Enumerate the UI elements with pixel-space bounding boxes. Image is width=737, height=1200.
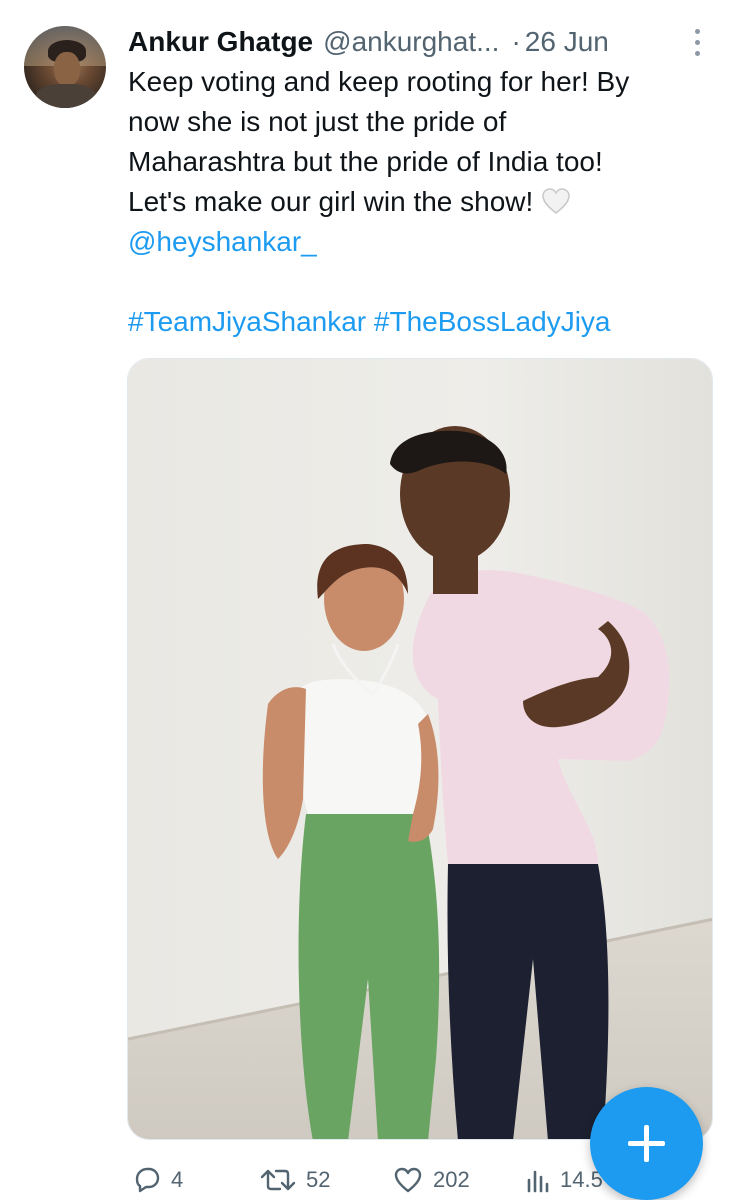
tweet-text-line: Keep voting and keep rooting for her! By <box>128 66 630 97</box>
like-count: 202 <box>433 1167 470 1192</box>
photo-image <box>128 359 712 1139</box>
tweet-text-line: Maharashtra but the pride of India too! <box>128 146 603 177</box>
reply-count: 4 <box>171 1167 184 1192</box>
views-icon <box>527 1170 549 1193</box>
avatar[interactable] <box>24 26 106 108</box>
mention-link[interactable]: @heyshankar_ <box>128 226 317 257</box>
tweet-text-line-4: Let's make our girl win the show! <box>128 182 718 222</box>
like-button[interactable]: 202 <box>393 1160 470 1200</box>
tweet-header: Ankur Ghatge @ankurghat... · 26 Jun <box>128 24 718 60</box>
tweet-date[interactable]: 26 Jun <box>525 26 609 58</box>
like-icon <box>394 1167 422 1193</box>
reply-icon <box>135 1167 160 1193</box>
tweet-text: Keep voting and keep rooting for her! By… <box>128 62 718 342</box>
tweet[interactable]: Ankur Ghatge @ankurghat... · 26 Jun Keep… <box>0 0 737 1200</box>
views-button[interactable]: 14.5 <box>526 1160 603 1200</box>
author-handle[interactable]: @ankurghat... <box>323 26 499 58</box>
separator-dot: · <box>511 26 521 57</box>
tweet-text-line: now she is not just the pride of <box>128 106 507 137</box>
hashtag-link[interactable]: #TheBossLadyJiya <box>374 306 611 337</box>
author-name[interactable]: Ankur Ghatge <box>128 26 313 58</box>
reply-button[interactable]: 4 <box>133 1160 183 1200</box>
hashtag-link[interactable]: #TeamJiyaShankar <box>128 306 366 337</box>
retweet-icon <box>260 1169 296 1191</box>
tweet-text-segment: Let's make our girl win the show! <box>128 186 534 217</box>
compose-tweet-button[interactable] <box>590 1087 703 1200</box>
retweet-button[interactable]: 52 <box>260 1160 330 1200</box>
white-heart-emoji-icon <box>542 188 571 214</box>
more-vertical-icon[interactable] <box>688 26 708 58</box>
tweet-photo[interactable] <box>127 358 713 1140</box>
retweet-count: 52 <box>306 1167 331 1192</box>
